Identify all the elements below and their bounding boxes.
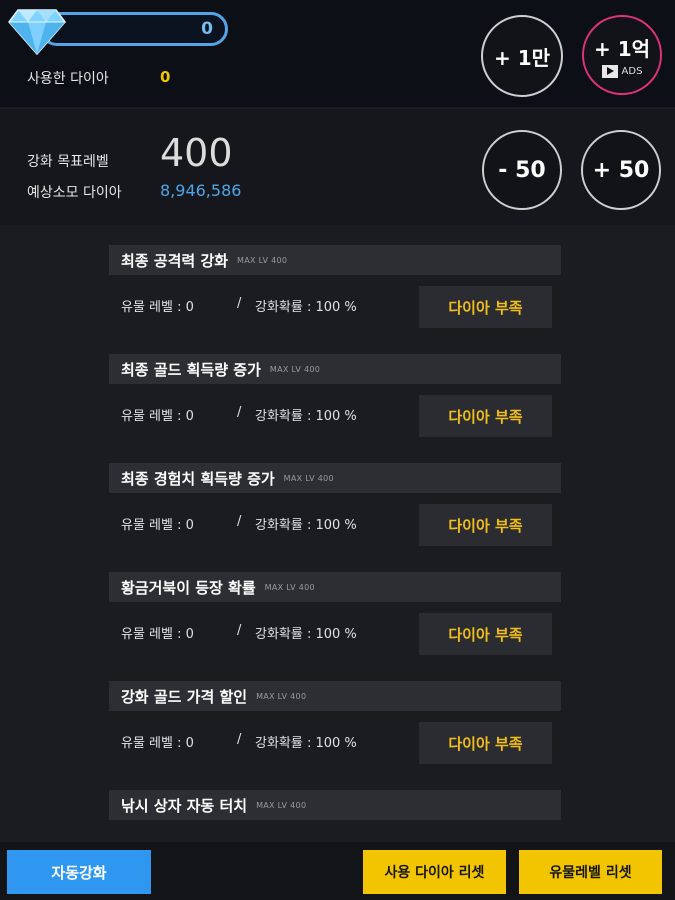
separator: / bbox=[237, 405, 242, 420]
used-diamond-label: 사용한 다이아 bbox=[27, 71, 109, 87]
plus-50-button[interactable]: + 50 bbox=[581, 130, 661, 210]
relic-item-header: 황금거북이 등장 확률 MAX LV 400 bbox=[109, 572, 561, 602]
minus-50-label: - 50 bbox=[498, 157, 546, 183]
relic-item: 최종 경험치 획득량 증가 MAX LV 400 유물 레벨 : 0 / 강화확… bbox=[109, 463, 561, 555]
relic-item: 황금거북이 등장 확률 MAX LV 400 유물 레벨 : 0 / 강화확률 … bbox=[109, 572, 561, 664]
expected-cost-label: 예상소모 다이아 bbox=[27, 185, 122, 201]
upgrade-button[interactable]: 다이아 부족 bbox=[419, 395, 552, 437]
diamond-panel: 0 사용한 다이아 0 + 1만 + 1억 ADS bbox=[0, 0, 675, 107]
separator: / bbox=[237, 296, 242, 311]
ads-badge: ADS bbox=[601, 64, 643, 78]
relic-item: 최종 골드 획득량 증가 MAX LV 400 유물 레벨 : 0 / 강화확률… bbox=[109, 354, 561, 446]
relic-item: 낚시 상자 자동 터치 MAX LV 400 bbox=[109, 790, 561, 820]
upgrade-button[interactable]: 다이아 부족 bbox=[419, 613, 552, 655]
relic-item: 최종 공격력 강화 MAX LV 400 유물 레벨 : 0 / 강화확률 : … bbox=[109, 245, 561, 337]
relic-item-body: 유물 레벨 : 0 / 강화확률 : 100 % 다이아 부족 bbox=[109, 711, 561, 773]
relic-level: 유물 레벨 : 0 bbox=[121, 736, 194, 751]
relic-item-header: 낚시 상자 자동 터치 MAX LV 400 bbox=[109, 790, 561, 820]
relic-title: 낚시 상자 자동 터치 bbox=[121, 796, 248, 815]
relic-title: 황금거북이 등장 확률 bbox=[121, 578, 256, 597]
add-100m-label: + 1억 bbox=[593, 36, 651, 61]
auto-upgrade-button[interactable]: 자동강화 bbox=[7, 850, 151, 894]
relic-title: 최종 공격력 강화 bbox=[121, 251, 229, 270]
relic-title: 강화 골드 가격 할인 bbox=[121, 687, 248, 706]
upgrade-chance: 강화확률 : 100 % bbox=[255, 518, 357, 533]
relic-item-header: 최종 골드 획득량 증가 MAX LV 400 bbox=[109, 354, 561, 384]
relic-list[interactable]: 최종 공격력 강화 MAX LV 400 유물 레벨 : 0 / 강화확률 : … bbox=[0, 225, 675, 842]
relic-item-body: 유물 레벨 : 0 / 강화확률 : 100 % 다이아 부족 bbox=[109, 384, 561, 446]
upgrade-chance: 강화확률 : 100 % bbox=[255, 409, 357, 424]
play-icon bbox=[601, 64, 618, 78]
target-level-value: 400 bbox=[160, 131, 233, 175]
bottom-toolbar: 자동강화 사용 다이아 리셋 유물레벨 리셋 bbox=[0, 842, 675, 900]
relic-max-level: MAX LV 400 bbox=[256, 691, 307, 701]
add-10k-diamond-button[interactable]: + 1만 bbox=[481, 15, 563, 97]
relic-item-body: 유물 레벨 : 0 / 강화확률 : 100 % 다이아 부족 bbox=[109, 275, 561, 337]
relic-level: 유물 레벨 : 0 bbox=[121, 627, 194, 642]
relic-level: 유물 레벨 : 0 bbox=[121, 300, 194, 315]
reset-relic-level-button[interactable]: 유물레벨 리셋 bbox=[519, 850, 662, 894]
ads-label: ADS bbox=[621, 65, 643, 77]
upgrade-chance: 강화확률 : 100 % bbox=[255, 300, 357, 315]
relic-item-header: 강화 골드 가격 할인 MAX LV 400 bbox=[109, 681, 561, 711]
relic-item-body: 유물 레벨 : 0 / 강화확률 : 100 % 다이아 부족 bbox=[109, 493, 561, 555]
upgrade-button[interactable]: 다이아 부족 bbox=[419, 504, 552, 546]
separator: / bbox=[237, 514, 242, 529]
relic-title: 최종 경험치 획득량 증가 bbox=[121, 469, 275, 488]
relic-level: 유물 레벨 : 0 bbox=[121, 409, 194, 424]
separator: / bbox=[237, 623, 242, 638]
relic-max-level: MAX LV 400 bbox=[237, 255, 288, 265]
relic-item: 강화 골드 가격 할인 MAX LV 400 유물 레벨 : 0 / 강화확률 … bbox=[109, 681, 561, 773]
plus-50-label: + 50 bbox=[592, 157, 650, 183]
relic-item-header: 최종 경험치 획득량 증가 MAX LV 400 bbox=[109, 463, 561, 493]
upgrade-button[interactable]: 다이아 부족 bbox=[419, 286, 552, 328]
used-diamond-value: 0 bbox=[160, 68, 171, 86]
minus-50-button[interactable]: - 50 bbox=[482, 130, 562, 210]
diamond-count: 0 bbox=[201, 19, 213, 39]
diamond-counter-bar: 0 bbox=[40, 12, 228, 46]
relic-max-level: MAX LV 400 bbox=[283, 473, 334, 483]
expected-cost-value: 8,946,586 bbox=[160, 181, 242, 200]
relic-max-level: MAX LV 400 bbox=[256, 800, 307, 810]
upgrade-chance: 강화확률 : 100 % bbox=[255, 627, 357, 642]
relic-max-level: MAX LV 400 bbox=[269, 364, 321, 374]
diamond-icon bbox=[8, 9, 66, 56]
target-level-panel: 강화 목표레벨 400 예상소모 다이아 8,946,586 - 50 + 50 bbox=[0, 109, 675, 225]
add-10k-label: + 1만 bbox=[493, 45, 551, 70]
relic-level: 유물 레벨 : 0 bbox=[121, 518, 194, 533]
relic-max-level: MAX LV 400 bbox=[264, 582, 315, 592]
relic-item-header: 최종 공격력 강화 MAX LV 400 bbox=[109, 245, 561, 275]
separator: / bbox=[237, 732, 242, 747]
relic-item-body: 유물 레벨 : 0 / 강화확률 : 100 % 다이아 부족 bbox=[109, 602, 561, 664]
upgrade-chance: 강화확률 : 100 % bbox=[255, 736, 357, 751]
relic-title: 최종 골드 획득량 증가 bbox=[121, 360, 261, 379]
target-level-label: 강화 목표레벨 bbox=[27, 154, 109, 170]
add-100m-diamond-ad-button[interactable]: + 1억 ADS bbox=[582, 15, 662, 95]
upgrade-button[interactable]: 다이아 부족 bbox=[419, 722, 552, 764]
reset-used-diamond-button[interactable]: 사용 다이아 리셋 bbox=[363, 850, 506, 894]
